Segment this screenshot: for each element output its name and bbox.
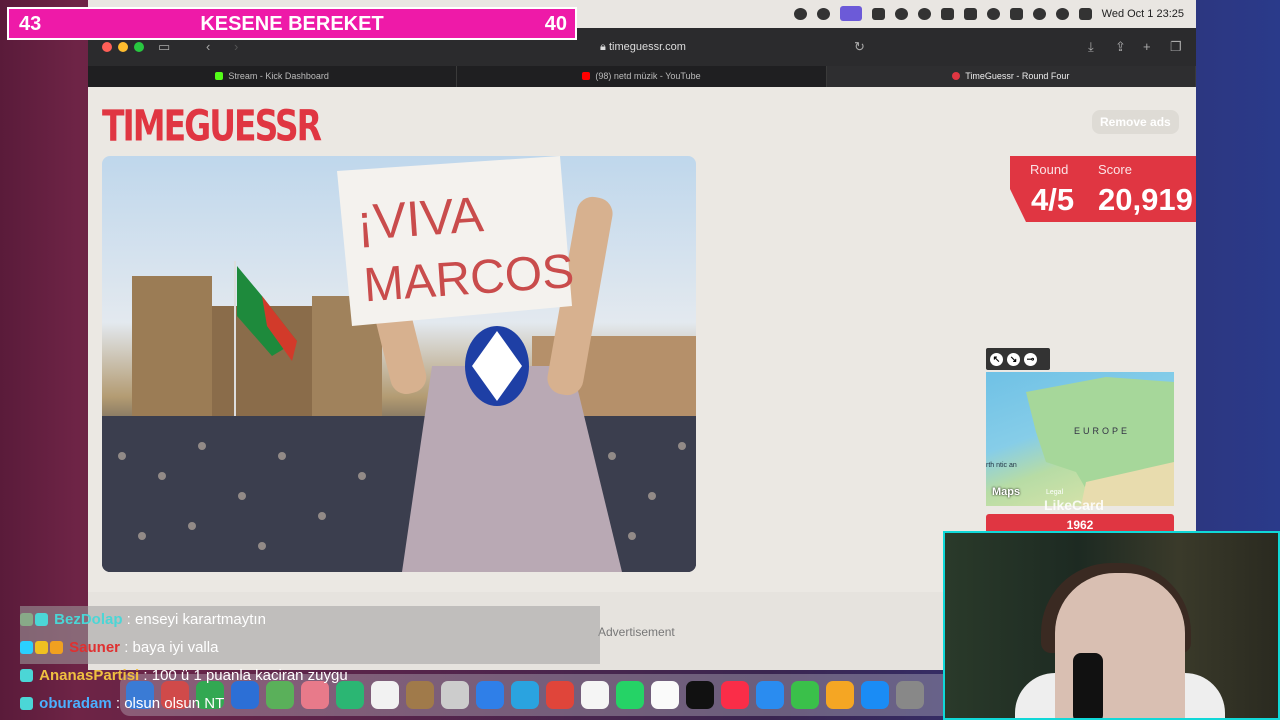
cathedral-tower	[132, 276, 212, 436]
forward-icon[interactable]: ›	[234, 39, 238, 54]
chat-message: AnanasPartisi : 100 ü 1 puanla kaciran z…	[20, 663, 600, 689]
battery-icon[interactable]	[1009, 7, 1023, 20]
music-icon[interactable]	[721, 681, 749, 709]
numbers-icon[interactable]	[791, 681, 819, 709]
tab-overview-icon[interactable]: ❐	[1170, 39, 1182, 55]
round-value: 4/5	[1031, 182, 1075, 217]
advertisement-label: Advertisement	[598, 625, 675, 639]
screen-share-icon[interactable]	[839, 6, 862, 21]
address-bar[interactable]: 🔒︎ timeguessr.com	[418, 37, 868, 57]
sidebar-icon[interactable]: ▭	[158, 39, 170, 55]
keynote-icon[interactable]	[756, 681, 784, 709]
youtube-icon	[582, 72, 591, 80]
tab-bar: Stream - Kick Dashboard (98) netd müzik …	[88, 66, 1196, 87]
chat-message: BezDolap : enseyi karartmaytın	[20, 607, 600, 633]
kick-icon	[215, 72, 224, 80]
chat-username: BezDolap	[54, 611, 123, 628]
badge-icon	[35, 641, 48, 654]
menubar-clock[interactable]: Wed Oct 1 23:25	[1102, 8, 1184, 20]
badge-icon	[20, 669, 33, 682]
play-icon[interactable]	[986, 7, 1000, 20]
stream-banner: KESENE BEREKET 43 40	[7, 7, 577, 40]
badge-icon	[20, 613, 33, 626]
back-icon[interactable]: ‹	[206, 39, 210, 54]
chat-message: Sauner : baya iyi valla	[20, 635, 600, 661]
webcam-overlay	[943, 531, 1280, 720]
status-icon[interactable]	[917, 7, 931, 20]
lock-icon: 🔒︎	[600, 41, 609, 53]
tab-youtube[interactable]: (98) netd müzik - YouTube	[457, 66, 827, 87]
apple-tv-icon[interactable]	[686, 681, 714, 709]
chat-text: baya iyi valla	[132, 639, 219, 656]
banner-title: KESENE BEREKET	[200, 13, 384, 35]
wifi-icon[interactable]	[1032, 7, 1046, 20]
score-panel: Round 4/5 Score 20,919	[1010, 156, 1196, 222]
minimize-button[interactable]	[118, 42, 128, 52]
zoom-button[interactable]	[134, 42, 144, 52]
whatsapp-icon[interactable]	[616, 681, 644, 709]
freeform-icon[interactable]	[651, 681, 679, 709]
status-icon[interactable]	[963, 7, 977, 20]
search-icon[interactable]	[1055, 7, 1069, 20]
expand-map-icon[interactable]: ↖	[990, 352, 1003, 366]
shrink-map-icon[interactable]: ↘	[1007, 352, 1020, 366]
app-store-icon[interactable]	[861, 681, 889, 709]
score-value: 20,919	[1098, 182, 1193, 217]
url-text: timeguessr.com	[608, 41, 686, 53]
tab-label: Stream - Kick Dashboard	[228, 71, 329, 81]
banner-left-count: 43	[19, 13, 42, 35]
badge-icon	[35, 613, 48, 626]
map-sea-label: rth ntic an	[986, 462, 1017, 469]
badge-icon	[20, 697, 33, 710]
chat-username: Sauner	[69, 639, 121, 656]
status-icon[interactable]	[894, 7, 908, 20]
timeguessr-logo[interactable]: TIMEGUESSR	[102, 100, 322, 151]
reload-icon[interactable]: ↻	[854, 39, 865, 55]
sign-text-line1: ¡VIVA	[355, 186, 486, 251]
map-region-label: EUROPE	[1074, 426, 1131, 436]
badge-icon	[50, 641, 63, 654]
remove-ads-button[interactable]: Remove ads	[1092, 110, 1179, 134]
likecard-watermark: LikeCard	[1044, 497, 1104, 513]
chat-text: 100 ü 1 puanla kaciran zuygu	[151, 667, 348, 684]
chat-username: oburadam	[39, 695, 112, 712]
round-photo: ¡VIVA MARCOS	[102, 156, 696, 572]
maps-text: Maps	[992, 486, 1021, 498]
pages-icon[interactable]	[826, 681, 854, 709]
cloud-icon[interactable]	[940, 7, 954, 20]
tab-timeguessr[interactable]: TimeGuessr - Round Four	[826, 66, 1196, 87]
chat-message: oburadam : olsun olsun NT	[20, 691, 600, 717]
pin-map-icon[interactable]: ⊸	[1024, 352, 1037, 366]
map-controls: ↖ ↘ ⊸	[986, 348, 1050, 370]
banner-right-count: 40	[544, 13, 567, 35]
status-icon[interactable]	[816, 7, 830, 20]
window-controls	[102, 42, 144, 52]
chat-text: enseyi karartmaytın	[135, 611, 266, 628]
status-icon[interactable]	[793, 7, 807, 20]
status-icon[interactable]	[871, 7, 885, 20]
apple-maps-attribution: Maps	[992, 486, 1020, 498]
share-icon[interactable]: ⇪	[1115, 39, 1126, 55]
score-label: Score	[1098, 162, 1132, 177]
guess-map[interactable]: EUROPE rth ntic an Maps Legal	[986, 372, 1174, 506]
close-button[interactable]	[102, 42, 112, 52]
chat-username: AnanasPartisi	[39, 667, 140, 684]
timeguessr-icon	[952, 72, 961, 80]
chat-text: olsun olsun NT	[124, 695, 225, 712]
map-legal-link[interactable]: Legal	[1046, 489, 1063, 496]
system-settings-icon[interactable]	[896, 681, 924, 709]
control-center-icon[interactable]	[1078, 7, 1092, 20]
tab-label: TimeGuessr - Round Four	[965, 71, 1070, 81]
tab-label: (98) netd müzik - YouTube	[595, 71, 701, 81]
new-tab-icon[interactable]: +	[1143, 39, 1151, 54]
microphone	[1073, 653, 1103, 718]
download-icon[interactable]: ⤓	[1088, 39, 1094, 55]
round-label: Round	[1030, 162, 1069, 177]
badge-icon	[20, 641, 33, 654]
tab-kick[interactable]: Stream - Kick Dashboard	[88, 66, 458, 87]
photo-illustration: ¡VIVA MARCOS	[102, 156, 696, 572]
